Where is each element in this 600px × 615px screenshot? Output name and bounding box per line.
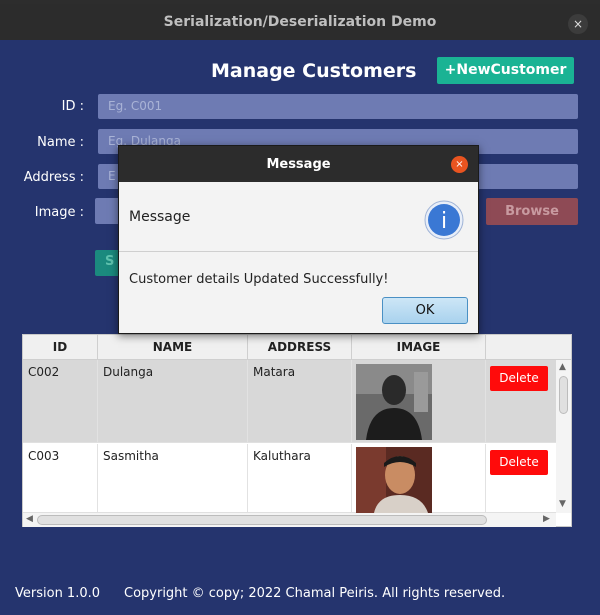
id-field[interactable]: Eg. C001: [98, 94, 578, 119]
column-header-image[interactable]: IMAGE: [352, 335, 486, 360]
copyright-text: Copyright © copy; 2022 Chamal Peiris. Al…: [124, 586, 506, 601]
window-title: Serialization/Deserialization Demo: [163, 14, 437, 30]
horizontal-scroll-thumb[interactable]: [37, 515, 487, 525]
column-header-id[interactable]: ID: [23, 335, 98, 360]
cell-address: Kaluthara: [248, 444, 352, 512]
cell-address: Matara: [248, 360, 352, 442]
dialog-close-icon[interactable]: ×: [451, 156, 468, 173]
column-header-action: [486, 335, 571, 360]
id-label: ID :: [61, 99, 84, 114]
name-label: Name :: [37, 135, 84, 150]
table-row[interactable]: C002 Dulanga Matara Delete: [23, 360, 556, 443]
cell-id: C003: [23, 444, 98, 512]
scroll-up-icon[interactable]: ▲: [559, 362, 566, 372]
scroll-left-icon[interactable]: ◀: [26, 514, 33, 524]
dialog-header-text: Message: [129, 209, 191, 225]
customer-table: ID NAME ADDRESS IMAGE C002 Dulanga Matar…: [22, 334, 572, 527]
svg-text:i: i: [441, 209, 447, 234]
cell-id: C002: [23, 360, 98, 442]
cell-image: [352, 444, 486, 513]
column-header-name[interactable]: NAME: [98, 335, 248, 360]
vertical-scrollbar[interactable]: ▲ ▼: [556, 360, 571, 513]
cell-name: Sasmitha: [98, 444, 248, 512]
dialog-message: Customer details Updated Successfully!: [129, 272, 389, 287]
customer-photo: [356, 447, 432, 513]
new-customer-button[interactable]: +NewCustomer: [437, 57, 574, 84]
window-titlebar: Serialization/Deserialization Demo ×: [0, 4, 600, 40]
cell-name: Dulanga: [98, 360, 248, 442]
vertical-scroll-thumb[interactable]: [559, 376, 568, 414]
scroll-right-icon[interactable]: ▶: [543, 514, 550, 524]
browse-button[interactable]: Browse: [486, 198, 578, 225]
address-label: Address :: [23, 170, 84, 185]
delete-button[interactable]: Delete: [490, 366, 548, 391]
info-icon: i: [424, 200, 464, 240]
table-header: ID NAME ADDRESS IMAGE: [23, 335, 571, 360]
page-title: Manage Customers: [211, 60, 417, 82]
ok-button[interactable]: OK: [382, 297, 468, 324]
scroll-down-icon[interactable]: ▼: [559, 499, 566, 509]
horizontal-scrollbar[interactable]: ◀ ▶: [23, 513, 556, 527]
dialog-titlebar: Message ×: [119, 146, 478, 182]
version-text: Version 1.0.0: [15, 586, 101, 601]
image-label: Image :: [34, 205, 84, 220]
column-header-address[interactable]: ADDRESS: [248, 335, 352, 360]
dialog-header: Message i: [119, 182, 478, 252]
table-row[interactable]: C003 Sasmitha Kaluthara Delete: [23, 444, 556, 513]
window-close-icon[interactable]: ×: [568, 14, 588, 34]
cell-image: [352, 360, 486, 442]
delete-button[interactable]: Delete: [490, 450, 548, 475]
customer-photo: [356, 364, 432, 440]
dialog-title: Message: [266, 157, 331, 172]
message-dialog: Message × Message i Customer details Upd…: [118, 145, 479, 334]
